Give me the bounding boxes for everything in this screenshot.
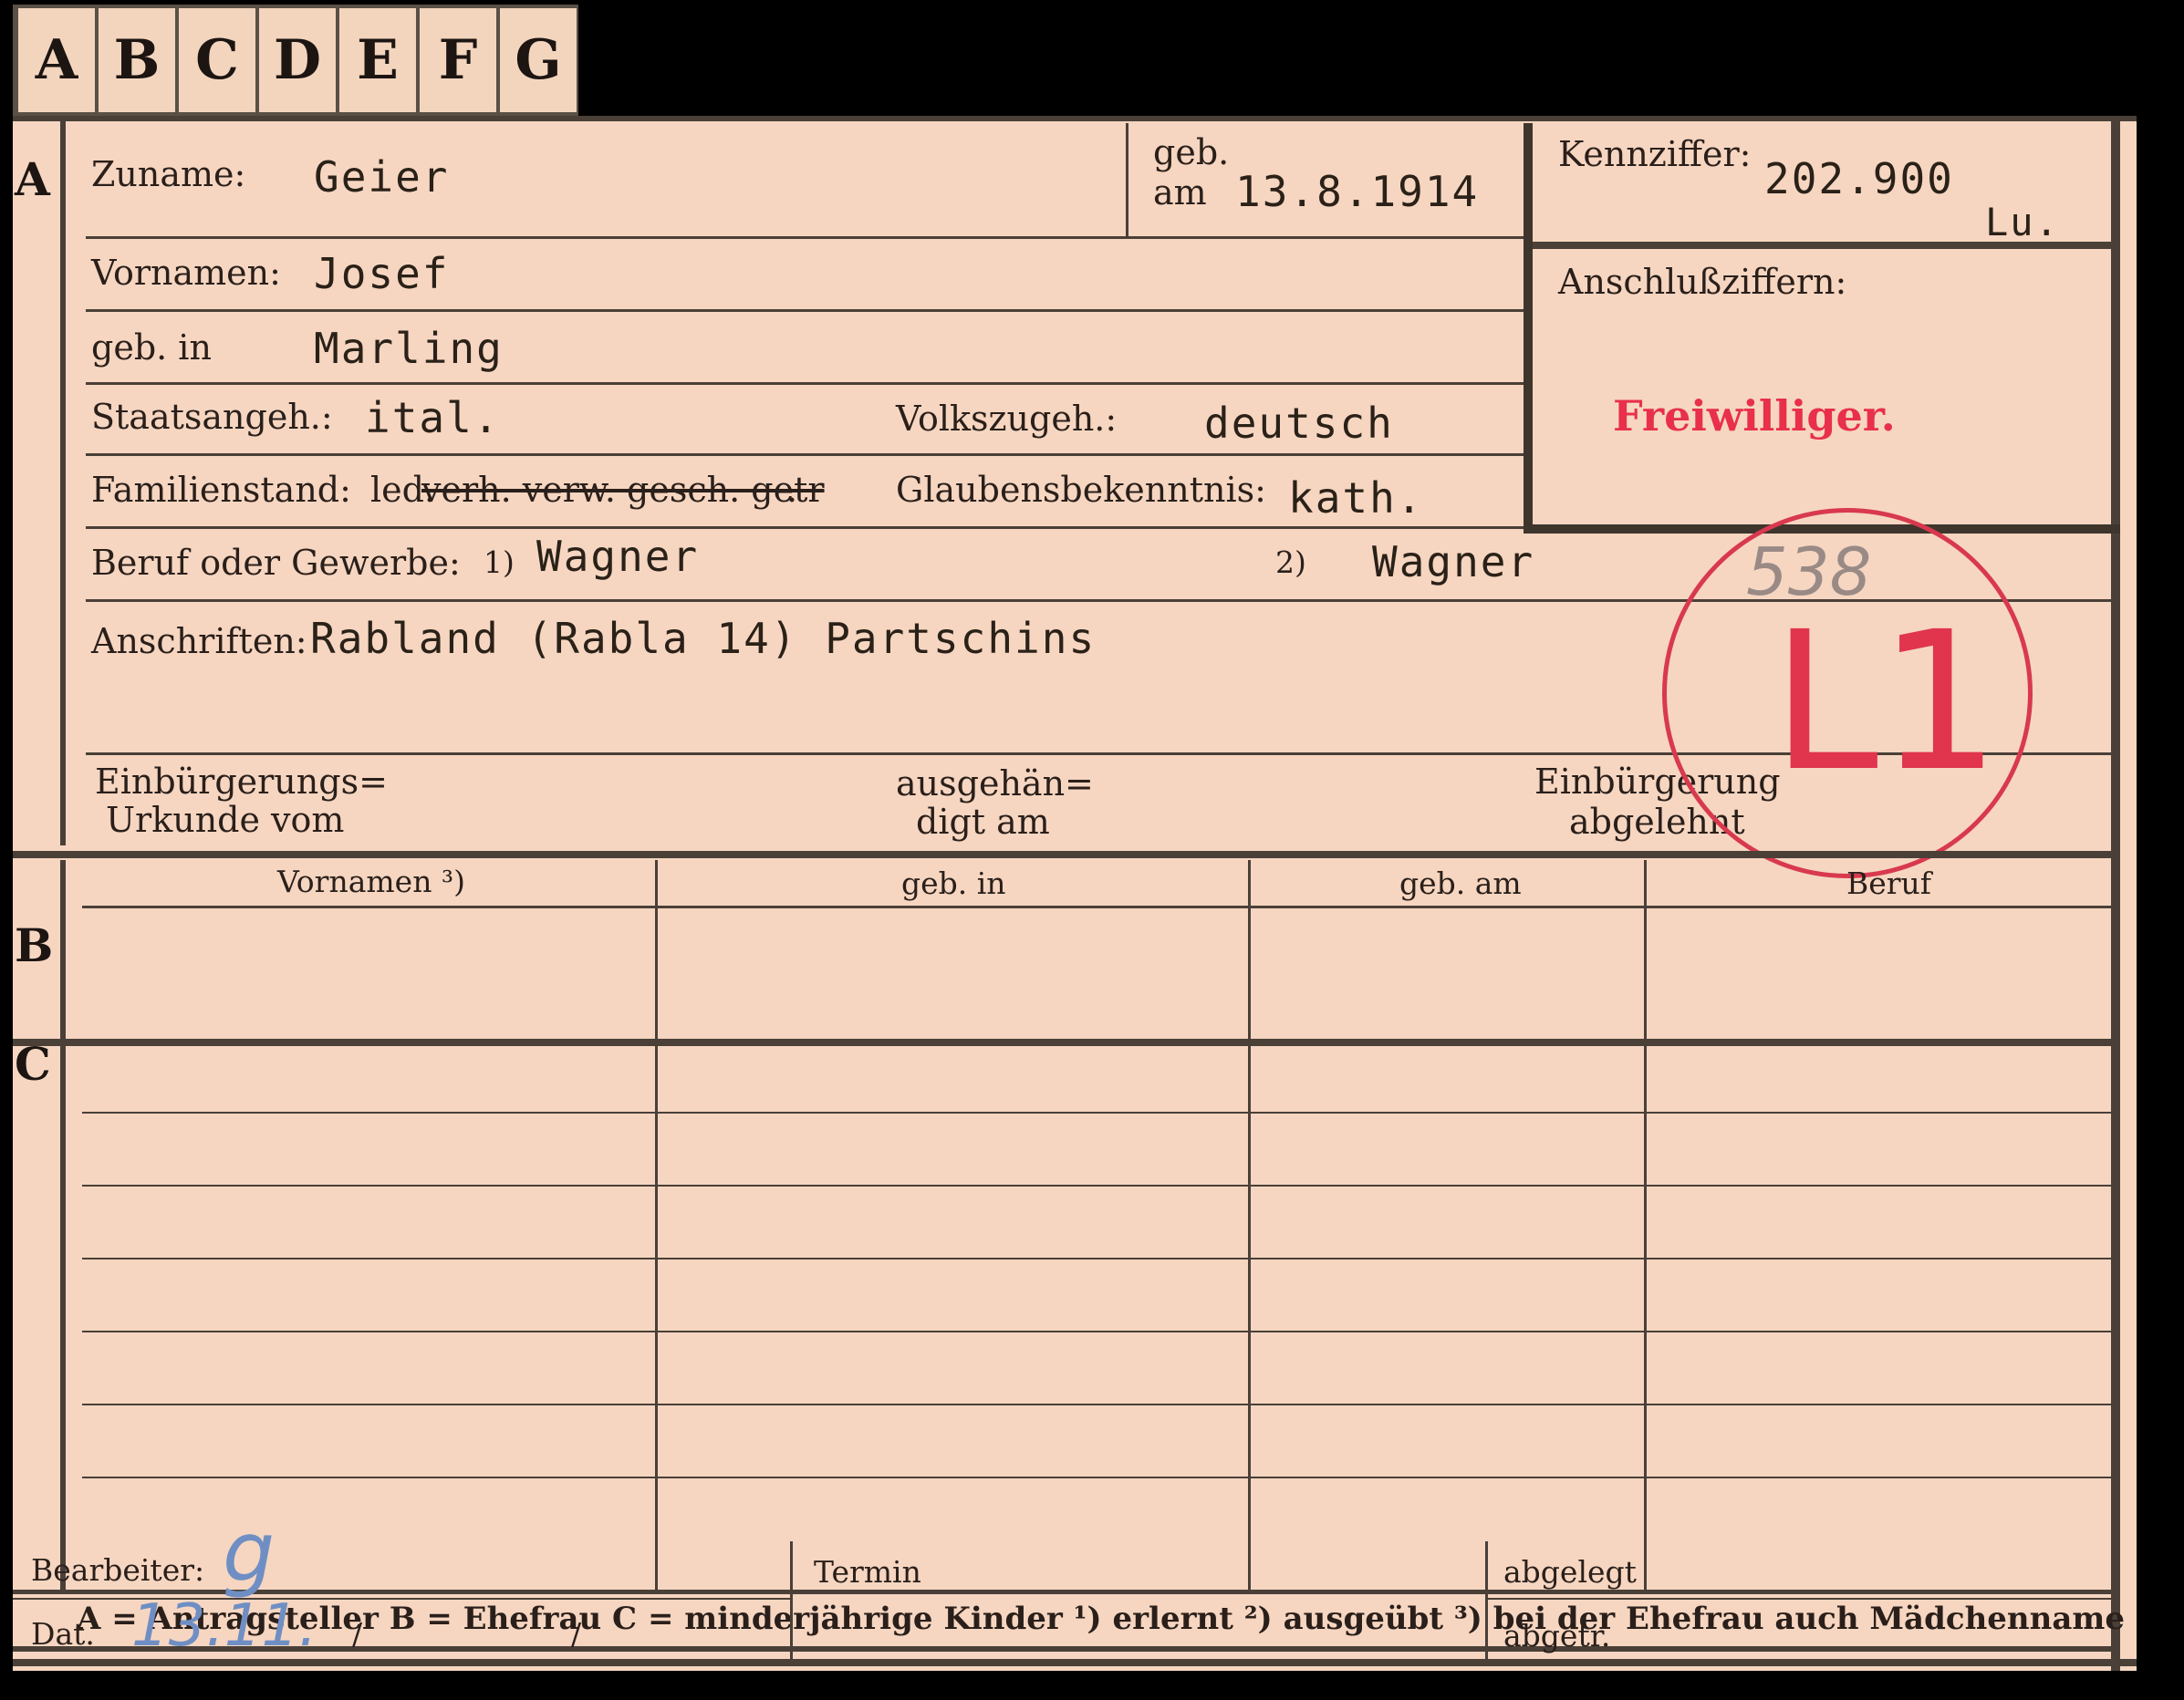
section-bc-left-rule	[60, 860, 66, 1590]
kennziffer-suffix: Lu.	[1985, 200, 2060, 244]
column-header-vornamen: Vornamen ³)	[277, 864, 466, 899]
einbuergerung-label-2: Urkunde vom	[106, 800, 345, 840]
geb-in-label: geb. in	[91, 327, 212, 368]
section-b-letter: B	[15, 918, 54, 972]
section-divider-ab	[13, 851, 2111, 858]
tab-g[interactable]: G	[500, 8, 577, 112]
volkszugehoerigkeit-value[interactable]: deutsch	[1204, 399, 1394, 448]
tab-a[interactable]: A	[18, 8, 95, 112]
dat-slash-1: /	[352, 1616, 363, 1652]
row-rule	[82, 1331, 2111, 1332]
zuname-value[interactable]: Geier	[314, 152, 449, 202]
footer-section: Bearbeiter: g Dat. 13.11. / / Termin abg…	[13, 1505, 2111, 1660]
row-rule	[82, 1258, 2111, 1259]
vornamen-value[interactable]: Josef	[314, 249, 449, 298]
einbuergerung-label-1: Einbürgerungs=	[95, 762, 388, 802]
row-rule	[82, 1477, 2111, 1478]
anschriften-label: Anschriften:	[91, 621, 307, 661]
familienstand-label: Familienstand:	[91, 470, 351, 510]
column-header-geb-in: geb. in	[901, 866, 1006, 901]
row-rule	[86, 382, 1527, 385]
kennziffer-label: Kennziffer:	[1558, 134, 1752, 174]
geb-am-value[interactable]: 13.8.1914	[1235, 167, 1479, 216]
footer-col-rule	[1485, 1541, 1488, 1660]
tab-d[interactable]: D	[259, 8, 336, 112]
card-top-border	[13, 116, 2137, 121]
termin-label: Termin	[814, 1554, 921, 1590]
column-header-geb-am: geb. am	[1399, 866, 1522, 901]
dat-handwritten: 13.11.	[131, 1592, 317, 1660]
bearbeiter-initial: g	[223, 1505, 276, 1601]
row-rule	[82, 1404, 2111, 1405]
freiwilliger-stamp: Freiwilliger.	[1613, 391, 1896, 441]
row-rule	[82, 1112, 2111, 1114]
dat-slash-2: /	[571, 1616, 582, 1652]
beruf-footnote-1: 1)	[484, 544, 515, 580]
ausgehaendigt-label-1: ausgehän=	[896, 763, 1094, 803]
familienstand-period: .	[786, 470, 798, 510]
zuname-label: Zuname:	[91, 154, 246, 194]
section-a-left-rule	[60, 116, 66, 845]
section-divider-bc	[13, 1039, 2111, 1046]
beruf-value-ausgeuebt[interactable]: Wagner	[1372, 537, 1534, 586]
tab-e[interactable]: E	[339, 8, 416, 112]
glaubensbekenntnis-value[interactable]: kath.	[1288, 473, 1423, 523]
staatsangehoerigkeit-label: Staatsangeh.:	[91, 397, 333, 437]
geb-in-value[interactable]: Marling	[314, 324, 504, 373]
footer-row-rule	[1485, 1598, 2111, 1600]
anschlussziffern-label: Anschlußziffern:	[1558, 262, 1847, 302]
kennziffer-value[interactable]: 202.900	[1764, 154, 1954, 203]
column-rule	[1644, 860, 1647, 1590]
volkszugehoerigkeit-label: Volkszugeh.:	[896, 399, 1118, 439]
vornamen-label: Vornamen:	[91, 253, 281, 293]
ausgehaendigt-label-2: digt am	[916, 802, 1050, 842]
glaubensbekenntnis-label: Glaubensbekenntnis:	[896, 470, 1266, 510]
abgetr-label: abgetr.	[1503, 1618, 1611, 1653]
geb-label: geb.	[1153, 132, 1230, 172]
bearbeiter-label: Bearbeiter:	[31, 1552, 205, 1588]
tab-c[interactable]: C	[179, 8, 255, 112]
row-rule	[86, 453, 1527, 456]
familienstand-struck-options: verh. verw. gesch. getr	[421, 470, 825, 510]
tab-f[interactable]: F	[420, 8, 496, 112]
index-tabs: A B C D E F G	[13, 5, 578, 116]
beruf-value-erlernt[interactable]: Wagner	[536, 532, 699, 581]
staatsangehoerigkeit-value[interactable]: ital.	[365, 393, 500, 442]
am-label: am	[1153, 172, 1207, 212]
abgelegt-label: abgelegt	[1503, 1554, 1637, 1590]
dat-label: Dat.	[31, 1616, 95, 1652]
row-rule	[86, 526, 1527, 529]
footer-row-rule	[13, 1598, 790, 1600]
section-a-letter: A	[15, 152, 50, 206]
table-header-rule	[82, 906, 2111, 908]
geb-divider	[1126, 123, 1128, 236]
row-rule	[86, 236, 1527, 239]
anschriften-value[interactable]: Rabland (Rabla 14) Partschins	[310, 614, 1096, 663]
beruf-footnote-2: 2)	[1275, 544, 1306, 580]
registration-card: A B C Zuname: Geier geb. am 13.8.1914 Ke…	[13, 116, 2137, 1671]
row-rule	[82, 1185, 2111, 1187]
tab-b[interactable]: B	[99, 8, 175, 112]
column-header-beruf: Beruf	[1846, 866, 1932, 901]
footer-col-rule	[790, 1541, 793, 1660]
column-rule	[1248, 860, 1251, 1590]
beruf-label: Beruf oder Gewerbe:	[91, 543, 461, 583]
row-rule	[86, 309, 1527, 312]
stamp-code: L1	[1772, 590, 2001, 814]
column-rule	[655, 860, 658, 1590]
